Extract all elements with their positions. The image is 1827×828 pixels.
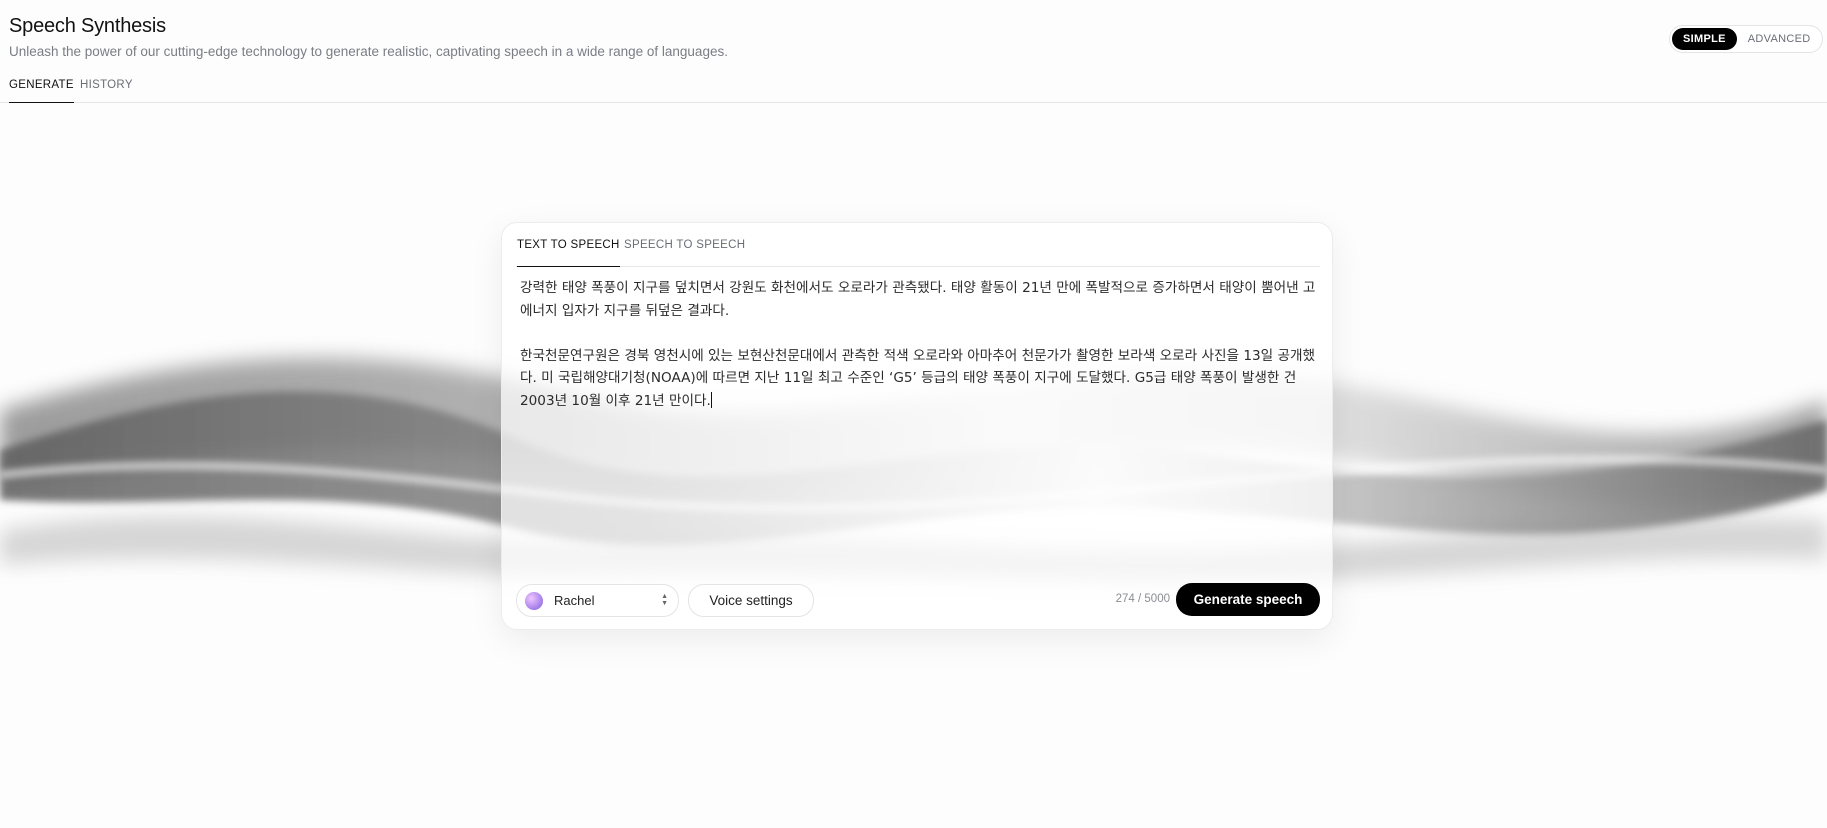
voice-avatar-icon (525, 591, 543, 610)
generate-speech-button[interactable]: Generate speech (1176, 583, 1320, 616)
tab-generate[interactable]: GENERATE (9, 78, 74, 103)
text-input-content: 강력한 태양 폭풍이 지구를 덮치면서 강원도 화천에서도 오로라가 관측됐다.… (520, 280, 1316, 409)
text-input[interactable]: 강력한 태양 폭풍이 지구를 덮치면서 강원도 화천에서도 오로라가 관측됐다.… (520, 277, 1318, 567)
voice-select[interactable]: Rachel ▲ ▼ (516, 584, 679, 617)
card-tabs: TEXT TO SPEECH SPEECH TO SPEECH (516, 239, 1320, 267)
tab-text-to-speech[interactable]: TEXT TO SPEECH (517, 239, 620, 267)
page-subtitle: Unleash the power of our cutting-edge te… (9, 44, 728, 59)
chevron-up-down-icon: ▲ ▼ (661, 593, 668, 607)
voice-name: Rachel (554, 593, 595, 608)
mode-toggle: SIMPLE ADVANCED (1669, 25, 1823, 53)
advanced-mode-button[interactable]: ADVANCED (1737, 28, 1822, 50)
text-caret (710, 391, 712, 408)
page-header: Speech Synthesis Unleash the power of ou… (0, 0, 1827, 104)
top-tabs: GENERATE HISTORY (0, 78, 1827, 103)
tab-speech-to-speech[interactable]: SPEECH TO SPEECH (624, 239, 745, 267)
speech-card: TEXT TO SPEECH SPEECH TO SPEECH 강력한 태양 폭… (501, 222, 1333, 630)
voice-settings-button[interactable]: Voice settings (688, 584, 814, 617)
simple-mode-button[interactable]: SIMPLE (1672, 28, 1737, 50)
page-title: Speech Synthesis (9, 15, 166, 37)
character-count: 274 / 5000 (1115, 593, 1170, 605)
tab-history[interactable]: HISTORY (80, 78, 133, 103)
